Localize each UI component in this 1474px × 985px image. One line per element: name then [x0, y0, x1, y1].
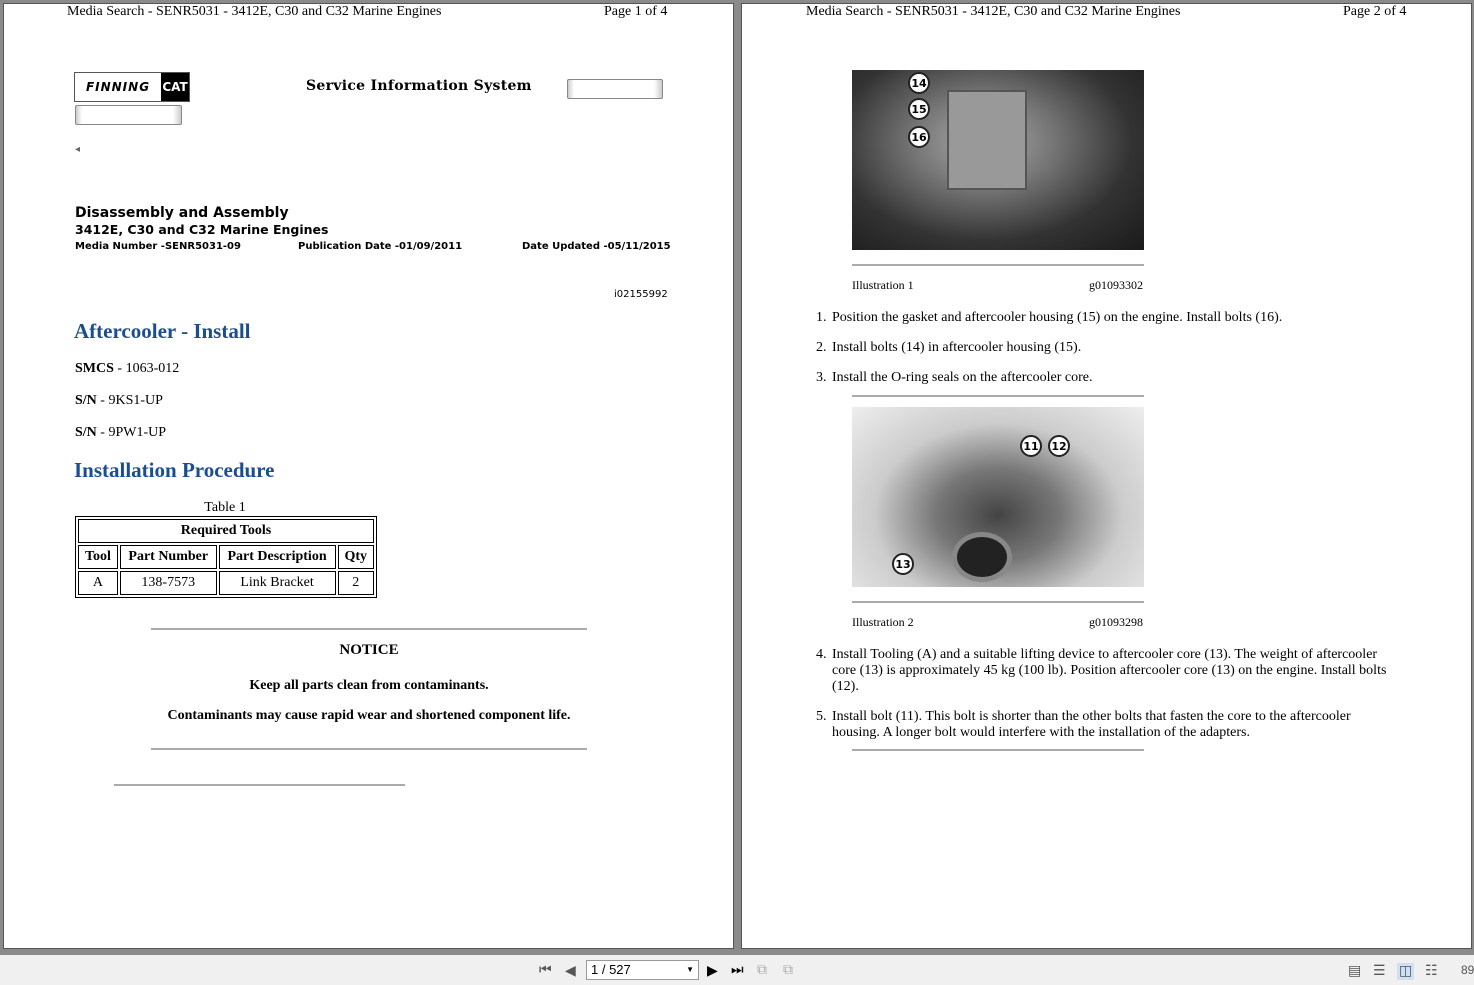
cat-logo: CAT	[161, 73, 189, 101]
sis-search-button[interactable]	[567, 79, 663, 99]
divider	[852, 601, 1144, 603]
smcs-field: SMCS - 1063-012	[75, 361, 179, 377]
col-header: Part Description	[219, 545, 336, 569]
page-header-title: Media Search - SENR5031 - 3412E, C30 and…	[806, 4, 1180, 20]
illustration-label: Illustration 1	[852, 278, 914, 293]
notice-title: NOTICE	[151, 642, 587, 659]
illustration-id: g01093298	[1089, 615, 1143, 630]
page-number-value: 1 / 527	[591, 962, 631, 977]
pdf-viewer-toolbar: ⏮ ◀ 1 / 527 ▼ ▶ ⏭ ⧉ ⧉ ▤ ☰ ◫ ☷ 89	[0, 955, 1474, 985]
illustration-label: Illustration 2	[852, 615, 914, 630]
divider	[852, 264, 1144, 266]
doc-id: i02155992	[614, 289, 668, 300]
page-header-number: Page 1 of 4	[604, 4, 667, 20]
pdf-page-2: Media Search - SENR5031 - 3412E, C30 and…	[741, 3, 1472, 949]
sn-label: S/N	[75, 393, 97, 408]
illustration-2-image: 11 12 13	[852, 407, 1144, 587]
step: Install bolts (14) in aftercooler housin…	[830, 340, 1390, 356]
section-heading: Aftercooler - Install	[74, 319, 251, 344]
cell: Link Bracket	[219, 571, 336, 595]
sn-value: - 9PW1-UP	[97, 425, 166, 440]
page-number-input[interactable]: 1 / 527 ▼	[586, 960, 699, 980]
page-header-title: Media Search - SENR5031 - 3412E, C30 and…	[67, 4, 441, 20]
back-arrow-icon[interactable]: ◂	[75, 144, 80, 155]
zoom-level[interactable]: 89	[1461, 963, 1474, 977]
sn-value: - 9KS1-UP	[97, 393, 163, 408]
next-view-icon[interactable]: ⧉	[783, 963, 793, 979]
notice-line: Keep all parts clean from contaminants.	[124, 678, 614, 694]
pdf-page-1: Media Search - SENR5031 - 3412E, C30 and…	[3, 3, 734, 949]
callout: 14	[908, 72, 930, 94]
smcs-value: - 1063-012	[114, 361, 179, 376]
finning-cat-logo: FINNINGCAT	[74, 72, 190, 102]
date-updated: Date Updated -05/11/2015	[522, 241, 671, 252]
facing-pages-icon[interactable]: ◫	[1397, 963, 1414, 980]
sis-title: Service Information System	[306, 78, 532, 94]
col-header: Tool	[78, 545, 118, 569]
continuous-icon[interactable]: ☰	[1373, 963, 1386, 980]
first-page-icon[interactable]: ⏮	[539, 963, 552, 979]
cell: 2	[338, 571, 374, 595]
callout: 13	[892, 553, 914, 575]
smcs-label: SMCS	[75, 361, 114, 376]
callout: 16	[908, 126, 930, 148]
step: Install bolt (11). This bolt is shorter …	[830, 709, 1390, 741]
callout: 15	[908, 98, 930, 120]
single-page-icon[interactable]: ▤	[1348, 963, 1361, 980]
divider	[852, 749, 1144, 751]
divider	[852, 395, 1144, 397]
page-header-number: Page 2 of 4	[1343, 4, 1406, 20]
col-header: Part Number	[120, 545, 217, 569]
last-page-icon[interactable]: ⏭	[731, 963, 744, 979]
doc-title: Disassembly and Assembly	[75, 205, 289, 221]
step: Install the O-ring seals on the aftercoo…	[830, 370, 1390, 386]
divider	[151, 628, 587, 630]
notice-line: Contaminants may cause rapid wear and sh…	[124, 708, 614, 724]
table-title: Required Tools	[78, 519, 374, 543]
sn-label: S/N	[75, 425, 97, 440]
illustration-id: g01093302	[1089, 278, 1143, 293]
sn-field-2: S/N - 9PW1-UP	[75, 425, 166, 441]
media-number: Media Number -SENR5031-09	[75, 241, 241, 252]
procedure-heading: Installation Procedure	[74, 458, 274, 483]
callout: 12	[1048, 435, 1070, 457]
steps-list-2: Install Tooling (A) and a suitable lifti…	[830, 647, 1390, 755]
steps-list-1: Position the gasket and aftercooler hous…	[830, 310, 1390, 400]
callout: 11	[1020, 435, 1042, 457]
previous-page-icon[interactable]: ◀	[565, 963, 576, 980]
previous-view-icon[interactable]: ⧉	[757, 963, 767, 979]
table-row: A138-7573Link Bracket2	[78, 571, 374, 595]
step: Install Tooling (A) and a suitable lifti…	[830, 647, 1390, 695]
step: Position the gasket and aftercooler hous…	[830, 310, 1390, 326]
required-tools-table: Required Tools ToolPart NumberPart Descr…	[75, 516, 377, 598]
cell: A	[78, 571, 118, 595]
continuous-facing-icon[interactable]: ☷	[1425, 963, 1438, 980]
doc-subtitle: 3412E, C30 and C32 Marine Engines	[75, 222, 328, 237]
illustration-1-image: 14 15 16	[852, 70, 1144, 250]
table-caption: Table 1	[75, 500, 375, 516]
sn-field-1: S/N - 9KS1-UP	[75, 393, 163, 409]
cell: 138-7573	[120, 571, 217, 595]
logo-text: FINNING	[75, 80, 161, 94]
publication-date: Publication Date -01/09/2011	[298, 241, 462, 252]
divider	[151, 748, 587, 750]
sis-nav-button[interactable]	[75, 105, 182, 125]
col-header: Qty	[338, 545, 374, 569]
chevron-down-icon[interactable]: ▼	[686, 965, 694, 974]
divider	[114, 784, 405, 786]
next-page-icon[interactable]: ▶	[707, 963, 718, 980]
